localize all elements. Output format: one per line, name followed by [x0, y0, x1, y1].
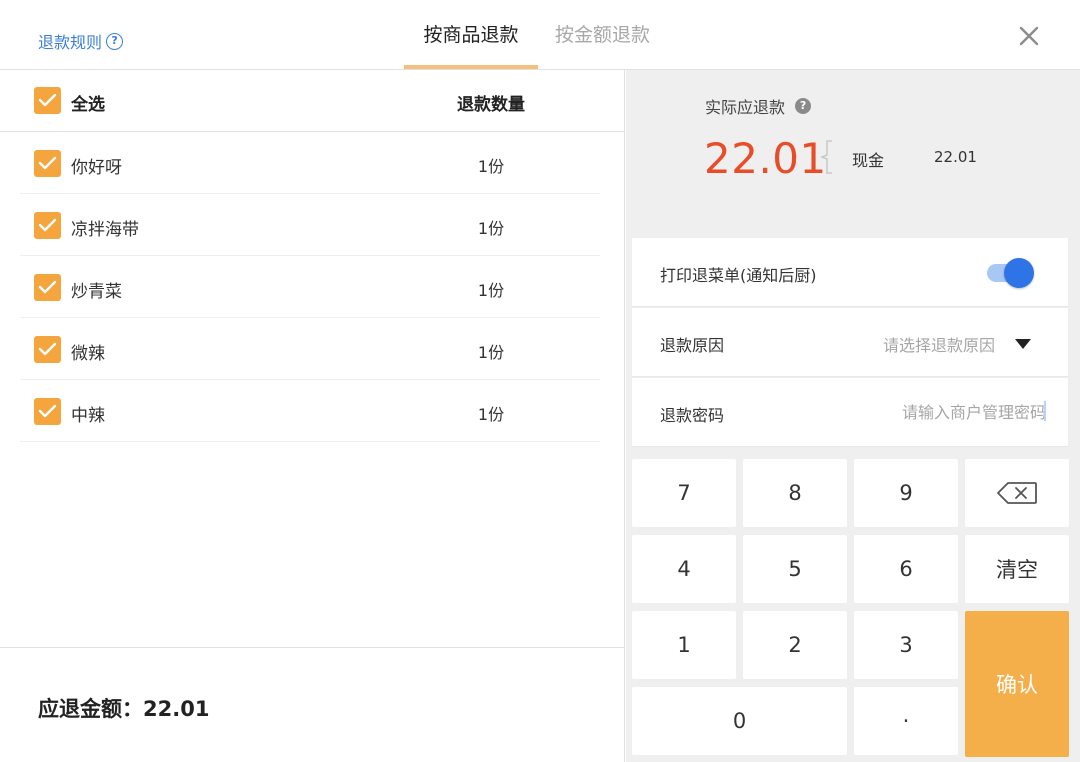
- item-checkbox[interactable]: [34, 212, 61, 239]
- confirm-button[interactable]: 确认: [965, 611, 1069, 757]
- refund-qty-header: 退款数量: [457, 95, 525, 115]
- check-icon: [38, 93, 57, 107]
- item-qty: 1份: [477, 405, 505, 424]
- key-7[interactable]: 7: [632, 459, 736, 527]
- tab-refund-by-amount[interactable]: 按金额退款: [555, 20, 665, 47]
- toggle-knob: [1004, 258, 1034, 288]
- backspace-icon: [997, 482, 1037, 504]
- check-icon: [38, 342, 57, 356]
- list-item[interactable]: 微辣 1份: [20, 318, 600, 380]
- item-name: 炒青菜: [71, 282, 122, 302]
- question-circle-icon: ?: [106, 32, 124, 50]
- refund-total-footer: 应退金额：22.01: [0, 647, 625, 762]
- list-item[interactable]: 炒青菜 1份: [20, 256, 600, 318]
- check-icon: [38, 404, 57, 418]
- refund-reason-row: 退款原因 请选择退款原因: [632, 308, 1068, 377]
- print-refund-slip-row: 打印退菜单(通知后厨): [632, 238, 1068, 307]
- item-qty: 1份: [477, 157, 505, 176]
- payment-method-amount: 22.01: [934, 148, 977, 166]
- key-3[interactable]: 3: [854, 611, 958, 679]
- list-item[interactable]: 你好呀 1份: [20, 132, 600, 194]
- item-name: 你好呀: [71, 158, 122, 178]
- tab-refund-by-goods[interactable]: 按商品退款: [405, 20, 537, 47]
- key-5[interactable]: 5: [743, 535, 847, 603]
- key-9[interactable]: 9: [854, 459, 958, 527]
- actual-refund-label: 实际应退款: [705, 98, 786, 117]
- key-6[interactable]: 6: [854, 535, 958, 603]
- close-icon[interactable]: [1015, 22, 1043, 50]
- payment-method-label: 现金: [852, 151, 885, 170]
- key-8[interactable]: 8: [743, 459, 847, 527]
- list-item[interactable]: 凉拌海带 1份: [20, 194, 600, 256]
- refund-total-amount: 应退金额：22.01: [38, 697, 210, 721]
- item-qty: 1份: [477, 281, 505, 300]
- select-all-checkbox[interactable]: [34, 87, 61, 114]
- backspace-key[interactable]: [965, 459, 1069, 527]
- caret-down-icon: [1015, 339, 1032, 349]
- key-dot[interactable]: ·: [854, 687, 958, 755]
- refund-rules-link[interactable]: 退款规则 ?: [38, 29, 124, 53]
- clear-key[interactable]: 清空: [965, 535, 1069, 603]
- refund-password-label: 退款密码: [660, 406, 725, 425]
- item-qty: 1份: [477, 343, 505, 362]
- item-checkbox[interactable]: [34, 274, 61, 301]
- key-4[interactable]: 4: [632, 535, 736, 603]
- actual-refund-amount: 22.01: [704, 134, 827, 183]
- refund-password-row: 退款密码: [632, 378, 1068, 447]
- item-name: 微辣: [71, 344, 105, 364]
- check-icon: [38, 218, 57, 232]
- dialog-header: 退款规则 ? 按商品退款 按金额退款: [0, 0, 1080, 70]
- text-cursor: [1044, 401, 1046, 421]
- actual-refund-label-row: 实际应退款 ?: [705, 94, 812, 118]
- help-icon[interactable]: ?: [795, 98, 812, 114]
- item-checkbox[interactable]: [34, 150, 61, 177]
- active-tab-indicator: [404, 65, 538, 69]
- check-icon: [38, 156, 57, 170]
- refund-rules-label: 退款规则: [38, 33, 103, 52]
- select-all-label: 全选: [71, 95, 105, 115]
- refund-reason-label: 退款原因: [660, 336, 725, 355]
- item-checkbox[interactable]: [34, 398, 61, 425]
- item-name: 凉拌海带: [71, 220, 139, 240]
- refund-reason-placeholder: 请选择退款原因: [883, 336, 996, 355]
- list-item[interactable]: 中辣 1份: [20, 380, 600, 442]
- items-panel: 全选 退款数量 你好呀 1份 凉拌海带 1份 炒青菜 1份 微辣 1份 中辣 1…: [0, 70, 625, 762]
- brace-icon: [820, 140, 832, 174]
- key-0[interactable]: 0: [632, 687, 847, 755]
- item-checkbox[interactable]: [34, 336, 61, 363]
- key-2[interactable]: 2: [743, 611, 847, 679]
- item-name: 中辣: [71, 406, 105, 426]
- refund-panel: 实际应退款 ? 22.01 现金 22.01 打印退菜单(通知后厨) 退款原因 …: [626, 70, 1080, 762]
- key-1[interactable]: 1: [632, 611, 736, 679]
- item-qty: 1份: [477, 219, 505, 238]
- check-icon: [38, 280, 57, 294]
- print-refund-slip-toggle[interactable]: [987, 257, 1035, 288]
- print-refund-slip-label: 打印退菜单(通知后厨): [660, 266, 817, 285]
- refund-reason-select[interactable]: 请选择退款原因: [883, 332, 1032, 356]
- list-header: 全选 退款数量: [0, 70, 625, 132]
- refund-password-input[interactable]: [850, 400, 1046, 424]
